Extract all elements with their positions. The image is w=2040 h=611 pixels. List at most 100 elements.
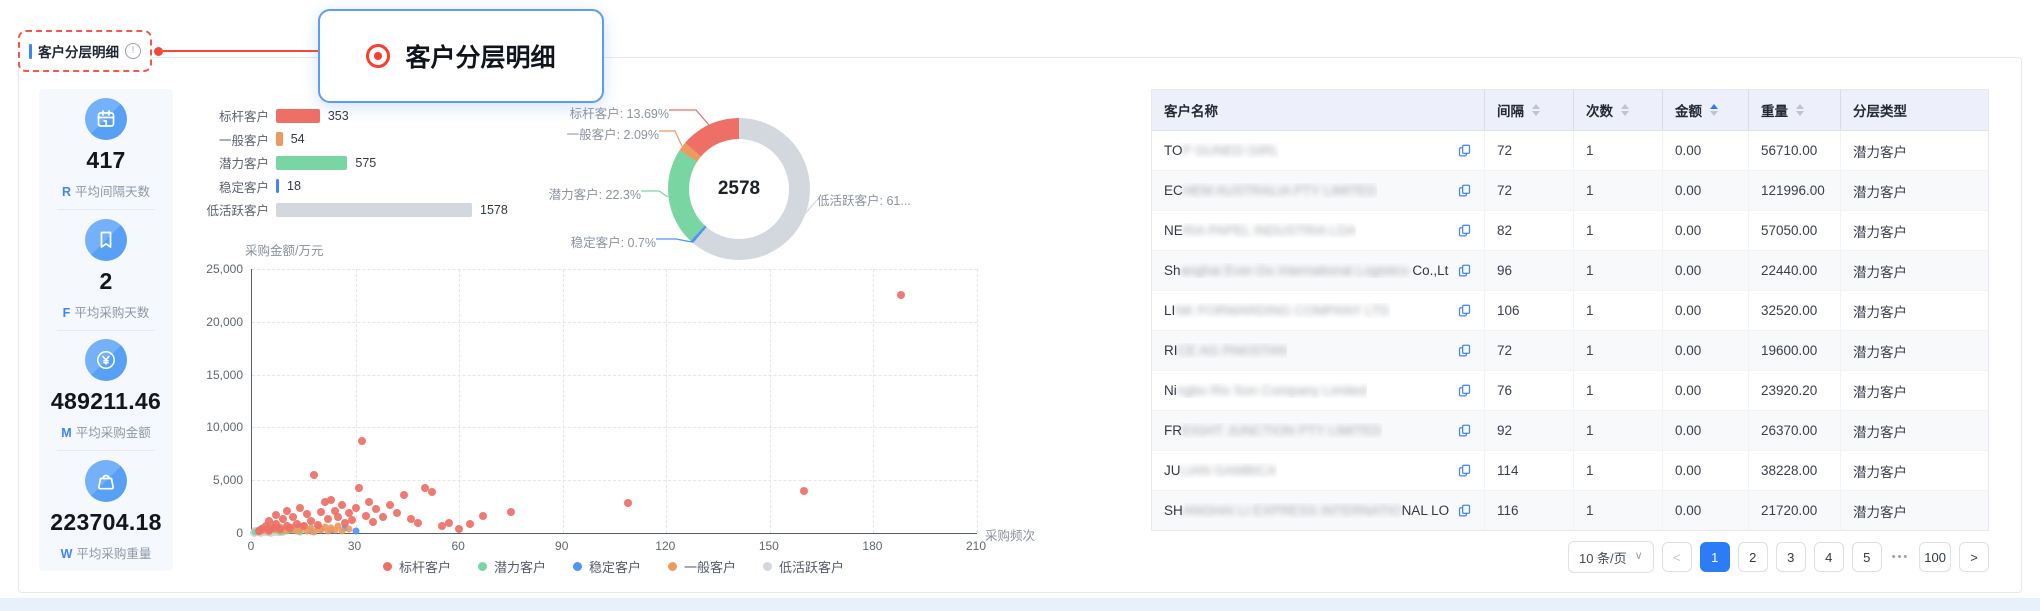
amount-cell: 0.00: [1662, 331, 1748, 370]
name-visible-prefix: RI: [1164, 343, 1178, 358]
column-header-4[interactable]: 重量: [1748, 90, 1840, 130]
weight-cell: 38228.00: [1748, 451, 1840, 490]
page-button-2[interactable]: 2: [1738, 542, 1768, 572]
scatter-point: [365, 498, 373, 506]
legend-item[interactable]: 低活跃客户: [763, 557, 844, 576]
column-header-label: 重量: [1761, 100, 1788, 120]
weight-cell: 21720.00: [1748, 491, 1840, 530]
interval-cell: 96: [1484, 251, 1573, 290]
customer-name: SHANGHAI LI EXPRESS INTERNATIONAL LOG: [1164, 503, 1449, 518]
column-header-5: 分层类型: [1840, 90, 1988, 130]
scatter-point: [372, 505, 380, 513]
column-header-1[interactable]: 间隔: [1484, 90, 1573, 130]
sort-asc-caret[interactable]: [1710, 104, 1718, 109]
legend-item[interactable]: 稳定客户: [573, 557, 641, 576]
next-page-button[interactable]: >: [1959, 542, 1989, 572]
info-icon[interactable]: [125, 43, 141, 59]
times-cell: 1: [1573, 291, 1662, 330]
times-cell: 1: [1573, 171, 1662, 210]
name-blurred-part: anghai Ever-Do International Logistics: [1181, 263, 1409, 278]
prev-page-button[interactable]: <: [1662, 542, 1692, 572]
copy-icon[interactable]: [1457, 223, 1472, 238]
gridline: [252, 322, 977, 323]
legend-item[interactable]: 标杆客户: [383, 557, 451, 576]
sort-desc-caret[interactable]: [1621, 111, 1629, 116]
name-visible-prefix: SH: [1164, 503, 1183, 518]
customer-name: RICE AG PAKISTAN: [1164, 343, 1287, 358]
bar-value: 353: [328, 109, 349, 123]
copy-icon[interactable]: [1457, 343, 1472, 358]
segment-type-cell: 潜力客户: [1840, 211, 1988, 250]
sort-asc-caret[interactable]: [1621, 104, 1629, 109]
sort-carets-icon[interactable]: [1621, 104, 1629, 116]
copy-icon[interactable]: [1457, 263, 1472, 278]
donut-slice-label: 标杆客户: 13.69%: [509, 103, 669, 122]
amount-cell: 0.00: [1662, 291, 1748, 330]
interval-cell: 76: [1484, 371, 1573, 410]
sort-desc-caret[interactable]: [1532, 111, 1540, 116]
table-row: LINK FORWARDING COMPANY LTD10610.0032520…: [1152, 291, 1988, 331]
copy-icon[interactable]: [1457, 463, 1472, 478]
donut-slice-label: 稳定客户: 0.7%: [496, 232, 656, 251]
times-cell: 1: [1573, 331, 1662, 370]
copy-icon[interactable]: [1457, 183, 1472, 198]
segment-type-cell: 潜力客户: [1840, 371, 1988, 410]
legend-item[interactable]: 一般客户: [668, 557, 736, 576]
weight-icon: [85, 460, 127, 502]
column-header-name: 客户名称: [1152, 90, 1484, 130]
bar-row: 标杆客户353: [149, 104, 508, 128]
scatter-point: [393, 509, 401, 517]
gridline: [977, 269, 978, 533]
sort-carets-icon[interactable]: [1532, 104, 1540, 116]
copy-icon[interactable]: [1457, 303, 1472, 318]
copy-icon[interactable]: [1457, 503, 1472, 518]
column-header-2[interactable]: 次数: [1573, 90, 1662, 130]
sort-asc-caret[interactable]: [1532, 104, 1540, 109]
page-button-4[interactable]: 4: [1814, 542, 1844, 572]
page-size-select[interactable]: 10 条/页∨: [1568, 541, 1654, 573]
dashboard-card: 417R平均间隔天数2F平均采购天数489211.46M平均采购金额223704…: [18, 57, 2022, 593]
legend-label: 标杆客户: [399, 557, 451, 576]
weight-cell: 19600.00: [1748, 331, 1840, 370]
kpi-label: R平均间隔天数: [62, 181, 150, 200]
sort-carets-icon[interactable]: [1796, 104, 1804, 116]
scatter-point: [386, 501, 394, 509]
scatter-point: [317, 508, 325, 516]
sort-desc-caret[interactable]: [1710, 111, 1718, 116]
column-header-label: 金额: [1675, 100, 1702, 120]
column-header-3[interactable]: 金额: [1662, 90, 1748, 130]
customer-name-cell: FREIGHT JUNCTION PTY LIMITED: [1152, 411, 1484, 450]
legend-dot: [763, 562, 772, 571]
kpi-item: 2F平均采购天数: [39, 210, 173, 330]
times-cell: 1: [1573, 451, 1662, 490]
pagination-ellipsis[interactable]: •••: [1890, 551, 1912, 563]
bar: [276, 156, 347, 170]
page-button-100[interactable]: 100: [1919, 542, 1951, 572]
column-header-label: 次数: [1586, 100, 1613, 120]
amount-cell: 0.00: [1662, 171, 1748, 210]
page-button-5[interactable]: 5: [1852, 542, 1882, 572]
sort-desc-caret[interactable]: [1796, 111, 1804, 116]
sort-carets-icon[interactable]: [1710, 104, 1718, 116]
amount-cell: 0.00: [1662, 211, 1748, 250]
name-visible-prefix: LI: [1164, 303, 1175, 318]
copy-icon[interactable]: [1457, 383, 1472, 398]
kpi-item: 489211.46M平均采购金额: [39, 331, 173, 451]
gridline: [252, 427, 977, 428]
copy-icon[interactable]: [1457, 143, 1472, 158]
bar-value: 18: [287, 179, 301, 193]
page-button-1[interactable]: 1: [1700, 542, 1730, 572]
target-icon: [366, 44, 390, 68]
gridline: [873, 269, 874, 533]
scatter-point: [327, 496, 335, 504]
interval-cell: 72: [1484, 331, 1573, 370]
scatter-point: [466, 520, 474, 528]
gridline: [356, 269, 357, 533]
page-button-3[interactable]: 3: [1776, 542, 1806, 572]
customer-name: ECHEM AUSTRALIA PTY LIMITED: [1164, 183, 1377, 198]
copy-icon[interactable]: [1457, 423, 1472, 438]
legend-item[interactable]: 潜力客户: [478, 557, 546, 576]
sort-asc-caret[interactable]: [1796, 104, 1804, 109]
title-accent-bar: [29, 44, 32, 59]
customer-name: Ningbo Rix Son Company Limited: [1164, 383, 1367, 398]
